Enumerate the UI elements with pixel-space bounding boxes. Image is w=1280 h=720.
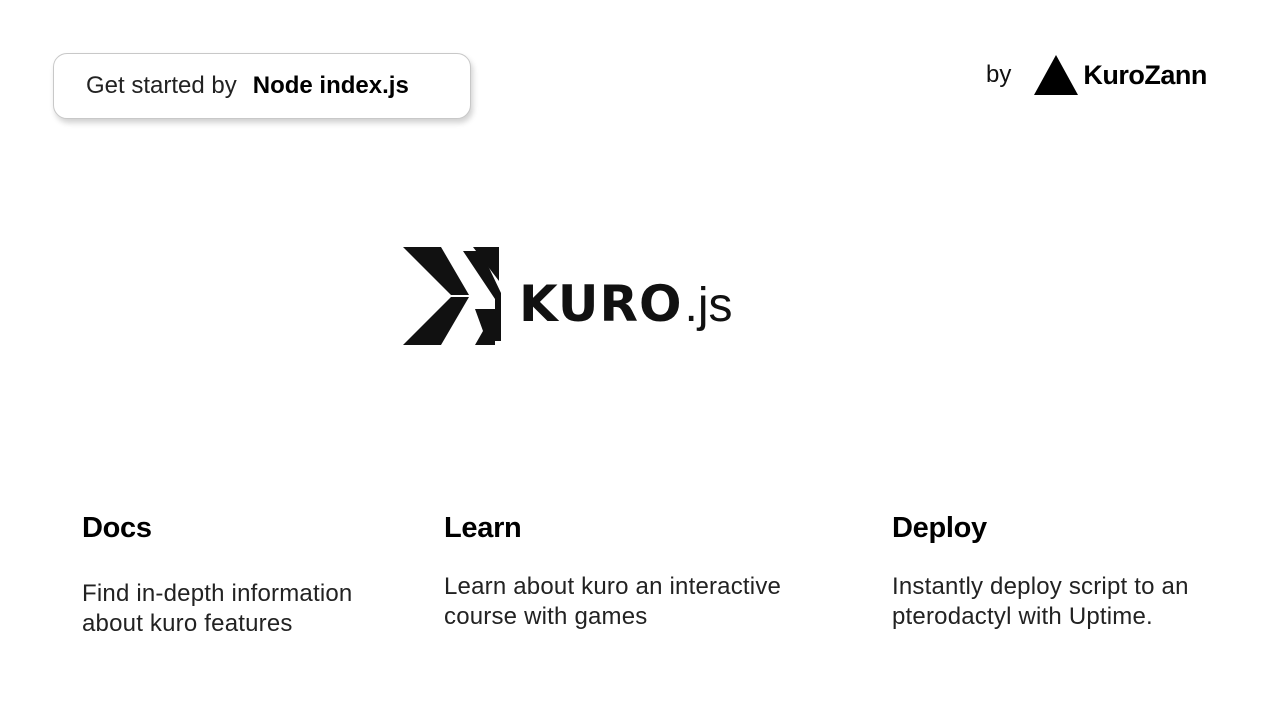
deploy-card[interactable]: Deploy Instantly deploy script to an pte… xyxy=(892,512,1262,632)
card-description: Instantly deploy script to an pterodacty… xyxy=(892,573,1189,630)
by-label: by xyxy=(986,61,1012,88)
get-started-box[interactable]: Get started by Node index.js xyxy=(53,53,471,119)
card-title: Deploy xyxy=(892,512,987,544)
kuro-x-logo-icon xyxy=(403,247,501,345)
card-description: Learn about kuro an interactive course w… xyxy=(444,573,782,630)
card-title: Docs xyxy=(82,512,152,544)
logo-suffix: .js xyxy=(684,279,733,332)
landing-page: Get started by Node index.js by KuroZann… xyxy=(0,0,1280,720)
docs-card[interactable]: Docs Find in-depth information about kur… xyxy=(82,512,382,639)
author-link[interactable]: by KuroZann xyxy=(986,52,1207,98)
brand-name: KuroZann xyxy=(1083,59,1207,90)
triangle-logo-icon xyxy=(1034,55,1079,95)
get-started-command: Node index.js xyxy=(252,72,409,99)
card-description: Find in-depth information about kuro fea… xyxy=(82,580,353,637)
get-started-label: Get started by xyxy=(86,72,237,99)
logo-wordmark: KURO .js xyxy=(519,275,732,333)
learn-card[interactable]: Learn Learn about kuro an interactive co… xyxy=(444,512,844,632)
kuro-logo: KURO .js xyxy=(403,246,783,346)
card-title: Learn xyxy=(444,512,522,544)
logo-word: KURO xyxy=(519,275,683,333)
